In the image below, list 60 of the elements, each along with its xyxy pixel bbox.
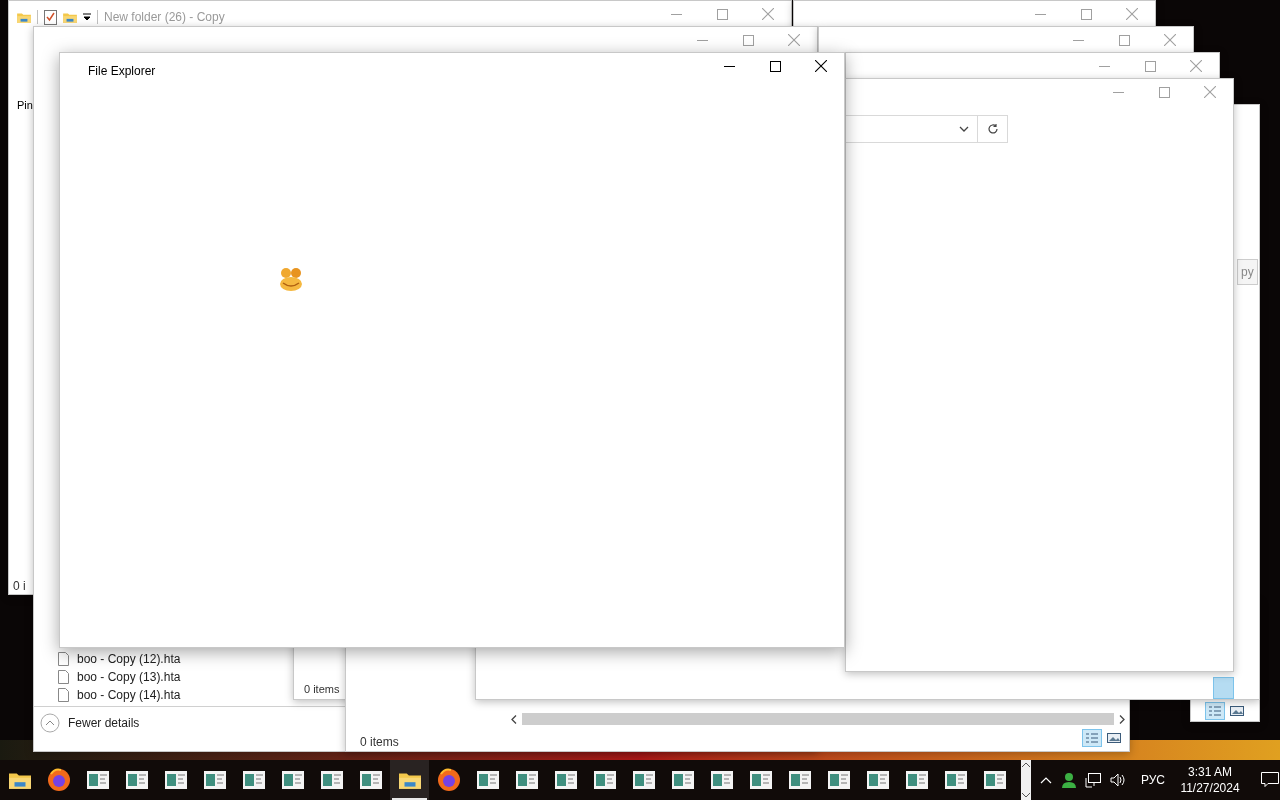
new-folder-icon[interactable] <box>63 11 77 23</box>
app-window-icon <box>281 771 304 789</box>
file-icon <box>58 652 69 666</box>
scrollbar-thumb[interactable] <box>522 713 1114 725</box>
app-window-icon <box>515 771 538 789</box>
file-name[interactable]: boo - Copy (12).hta <box>77 650 181 668</box>
app-window-icon <box>554 771 577 789</box>
picture-icon[interactable] <box>1107 732 1121 744</box>
app-window-icon <box>944 771 967 789</box>
folder-icon <box>398 771 421 789</box>
window-title: File Explorer <box>88 63 156 80</box>
close-icon[interactable] <box>815 60 827 72</box>
app-window-icon <box>320 771 343 789</box>
chevron-down-icon[interactable] <box>959 126 969 132</box>
picture-icon[interactable] <box>1230 705 1244 717</box>
clock-date[interactable]: 11/27/2024 <box>1180 780 1240 796</box>
clock-time[interactable]: 3:31 AM <box>1188 764 1232 780</box>
window-title: New folder (26) - Copy <box>104 9 225 26</box>
app-window-icon <box>164 771 187 789</box>
language-indicator[interactable]: РУС <box>1137 771 1169 789</box>
app-window-icon <box>710 771 733 789</box>
app-window-icon <box>125 771 148 789</box>
refresh-icon[interactable] <box>986 123 999 135</box>
app-window-icon <box>359 771 382 789</box>
customize-dropdown-icon[interactable] <box>83 13 91 21</box>
properties-icon[interactable] <box>44 9 57 25</box>
app-window-icon <box>203 771 226 789</box>
fewer-details-button[interactable]: Fewer details <box>40 713 140 733</box>
folder-icon <box>17 11 31 23</box>
file-name[interactable]: boo - Copy (13).hta <box>77 668 181 686</box>
app-window-icon <box>242 771 265 789</box>
status-text: 0 items <box>360 734 399 751</box>
app-window-icon <box>671 771 694 789</box>
taskbar-scroller[interactable] <box>1021 760 1031 800</box>
folder-icon <box>8 771 31 789</box>
file-icon <box>58 688 69 702</box>
file-icon <box>58 670 69 684</box>
app-window-icon <box>866 771 889 789</box>
app-window-icon <box>905 771 928 789</box>
app-window-icon <box>632 771 655 789</box>
chevron-up-icon <box>40 713 60 733</box>
scroll-down-icon[interactable] <box>1021 792 1031 798</box>
selection-highlight <box>1213 677 1234 699</box>
status-text: 0 items <box>304 682 340 697</box>
maximize-icon[interactable] <box>769 60 781 72</box>
app-window-icon <box>749 771 772 789</box>
firefox-icon <box>436 768 461 792</box>
app-window-icon <box>86 771 109 789</box>
app-window-icon <box>593 771 616 789</box>
app-window-icon <box>476 771 499 789</box>
firefox-icon <box>46 768 71 792</box>
taskbar-button[interactable] <box>390 760 429 800</box>
file-name[interactable]: boo - Copy (14).hta <box>77 686 181 704</box>
active-indicator <box>392 798 427 800</box>
scroll-up-icon[interactable] <box>1021 762 1031 768</box>
app-window-icon <box>788 771 811 789</box>
app-window-icon <box>983 771 1006 789</box>
app-window-icon <box>827 771 850 789</box>
sidebar-label: Pin <box>17 98 33 113</box>
status-text: 0 i <box>13 578 26 594</box>
